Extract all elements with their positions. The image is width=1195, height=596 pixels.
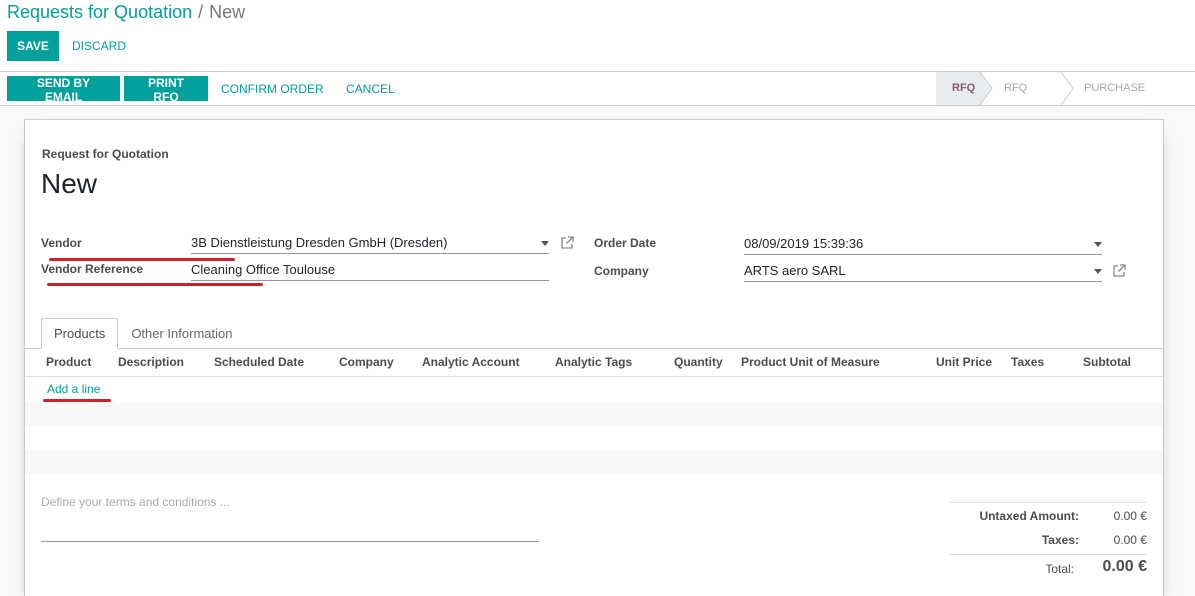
untaxed-amount-label: Untaxed Amount:: [979, 509, 1079, 523]
breadcrumb-parent-link[interactable]: Requests for Quotation: [7, 2, 192, 22]
column-header-unit-price[interactable]: Unit Price: [936, 355, 992, 369]
vendor-value: 3B Dienstleistung Dresden GmbH (Dresden): [191, 235, 448, 250]
step-arrow-icon: [1061, 72, 1074, 105]
column-header-scheduled-date[interactable]: Scheduled Date: [214, 355, 304, 369]
column-header-analytic-account[interactable]: Analytic Account: [422, 355, 520, 369]
column-header-taxes[interactable]: Taxes: [1011, 355, 1044, 369]
tab-products[interactable]: Products: [41, 318, 119, 349]
chevron-down-icon[interactable]: [1094, 269, 1102, 274]
total-value: 0.00 €: [1102, 558, 1147, 575]
vendor-reference-field[interactable]: Cleaning Office Toulouse: [191, 259, 549, 281]
column-header-company[interactable]: Company: [339, 355, 394, 369]
tab-other-information[interactable]: Other Information: [118, 318, 245, 349]
order-date-value: 08/09/2019 15:39:36: [744, 236, 864, 251]
cancel-button[interactable]: CANCEL: [336, 76, 405, 101]
table-row: [25, 450, 1163, 474]
column-header-quantity[interactable]: Quantity: [674, 355, 723, 369]
step-arrow-icon: [980, 72, 993, 105]
column-header-subtotal[interactable]: Subtotal: [1083, 355, 1131, 369]
status-step-rfq-sent[interactable]: RFQ SENT: [982, 72, 1062, 127]
external-link-icon[interactable]: [560, 236, 574, 250]
company-field[interactable]: ARTS aero SARL: [744, 260, 1102, 282]
breadcrumb-current: New: [209, 2, 246, 22]
save-button[interactable]: SAVE: [7, 31, 59, 61]
table-row: [25, 402, 1163, 426]
form-statusbar: SEND BY EMAIL PRINT RFQ CONFIRM ORDER CA…: [0, 72, 1195, 127]
vendor-reference-label: Vendor Reference: [41, 262, 144, 276]
taxes-label: Taxes:: [1041, 533, 1079, 547]
print-rfq-button[interactable]: PRINT RFQ: [124, 76, 208, 104]
notebook-tabs: Products Other Information: [41, 318, 245, 349]
column-header-description[interactable]: Description: [118, 355, 184, 369]
column-header-analytic-tags[interactable]: Analytic Tags: [555, 355, 632, 369]
order-lines-header: Product Description Scheduled Date Compa…: [25, 349, 1163, 377]
document-type-label: Request for Quotation: [42, 147, 169, 161]
terms-placeholder: Define your terms and conditions ...: [41, 495, 230, 509]
status-step-rfq: RFQ: [936, 72, 982, 105]
chevron-down-icon[interactable]: [541, 241, 549, 246]
status-step-purchase-order[interactable]: PURCHASE ORDER: [1062, 72, 1195, 127]
totals-divider: [949, 502, 1147, 503]
column-header-product[interactable]: Product: [46, 355, 91, 369]
send-by-email-button[interactable]: SEND BY EMAIL: [7, 76, 120, 104]
vendor-label: Vendor: [41, 236, 82, 250]
annotation-underline: [43, 399, 111, 402]
company-value: ARTS aero SARL: [744, 263, 846, 278]
vendor-reference-value: Cleaning Office Toulouse: [191, 262, 336, 277]
terms-and-conditions-field[interactable]: Define your terms and conditions ...: [41, 495, 539, 542]
external-link-icon[interactable]: [1112, 264, 1126, 278]
document-name: New: [41, 168, 98, 199]
chevron-down-icon[interactable]: [1094, 242, 1102, 247]
order-date-field[interactable]: 08/09/2019 15:39:36: [744, 233, 1102, 255]
breadcrumb-separator: /: [198, 2, 204, 22]
table-row: [25, 378, 1163, 402]
control-panel: Requests for Quotation / New SAVE DISCARD: [0, 0, 1195, 72]
confirm-order-button[interactable]: CONFIRM ORDER: [211, 76, 334, 101]
untaxed-amount-value: 0.00 €: [1113, 509, 1147, 523]
annotation-underline: [47, 283, 263, 286]
form-sheet: Request for Quotation New Vendor 3B Dien…: [24, 119, 1164, 596]
totals-divider: [949, 554, 1147, 555]
taxes-value: 0.00 €: [1113, 533, 1147, 547]
add-a-line-link[interactable]: Add a line: [47, 382, 100, 396]
order-date-label: Order Date: [594, 236, 657, 250]
breadcrumb: Requests for Quotation / New: [7, 2, 245, 23]
table-row: [25, 426, 1163, 450]
discard-button[interactable]: DISCARD: [62, 31, 136, 61]
company-label: Company: [594, 264, 649, 278]
total-label: Total:: [1045, 562, 1074, 576]
column-header-product-uom[interactable]: Product Unit of Measure: [741, 355, 880, 369]
vendor-field[interactable]: 3B Dienstleistung Dresden GmbH (Dresden): [191, 232, 549, 254]
